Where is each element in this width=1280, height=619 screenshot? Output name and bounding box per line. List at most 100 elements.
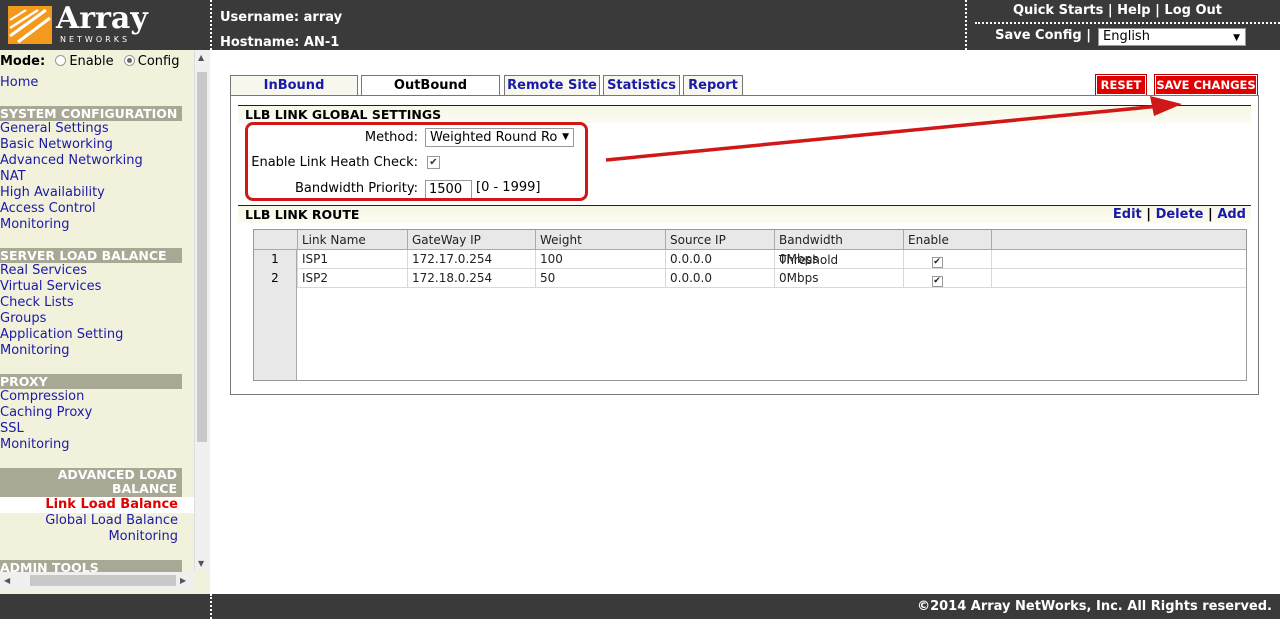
table-header: Link Name GateWay IP Weight Source IP Ba… (254, 230, 1246, 267)
column-header-filler (991, 230, 1246, 250)
edit-link[interactable]: Edit (1113, 207, 1142, 222)
logo-subtext: NETWORKS (60, 35, 131, 44)
header-divider-right (965, 0, 967, 50)
cell-source-ip: 0.0.0.0 (665, 250, 774, 269)
delete-link[interactable]: Delete (1156, 207, 1204, 222)
tab-statistics[interactable]: Statistics (603, 75, 680, 95)
sidebar-section-server-load-balance: SERVER LOAD BALANCE (0, 248, 182, 263)
sidebar-item-slb-monitoring[interactable]: Monitoring (0, 343, 70, 359)
column-header-source-ip[interactable]: Source IP (665, 230, 774, 250)
language-select[interactable]: English ▼ (1098, 28, 1246, 46)
tab-outbound-settings[interactable]: OutBound Settings (361, 75, 500, 112)
tab-remote-site[interactable]: Remote Site (504, 75, 600, 95)
sidebar-item-basic-networking[interactable]: Basic Networking (0, 137, 113, 153)
sidebar-item-general-settings[interactable]: General Settings (0, 121, 109, 137)
cell-gateway-ip: 172.17.0.254 (407, 250, 535, 269)
reset-button[interactable]: RESET (1095, 74, 1147, 96)
log-out-link[interactable]: Log Out (1164, 3, 1222, 18)
scroll-left-icon[interactable]: ◀ (4, 576, 10, 585)
enable-checkbox[interactable]: ✔ (931, 276, 943, 287)
sidebar-item-compression[interactable]: Compression (0, 389, 84, 405)
array-networks-logo: Array NETWORKS (8, 1, 198, 46)
sidebar-section-admin-tools: ADMIN TOOLS (0, 560, 182, 572)
table-row[interactable]: 1 ISP1 172.17.0.254 100 0.0.0.0 0Mbps ✔ (254, 250, 1246, 269)
sidebar-item-monitoring[interactable]: Monitoring (0, 217, 70, 233)
sidebar-scroll-thumb[interactable] (197, 72, 207, 442)
annotation-highlight-box (245, 122, 588, 201)
sidebar-item-real-services[interactable]: Real Services (0, 263, 87, 279)
sidebar-section-advanced-load-balance: ADVANCED LOAD BALANCE (0, 468, 182, 497)
sidebar-item-nat[interactable]: NAT (0, 169, 26, 185)
cell-enable: ✔ (903, 250, 991, 269)
table-row[interactable]: 2 ISP2 172.18.0.254 50 0.0.0.0 0Mbps ✔ (254, 269, 1246, 288)
logo-text: Array (56, 1, 148, 36)
language-value: English (1103, 29, 1150, 44)
copyright-text: ©2014 Array NetWorks, Inc. All Rights re… (917, 599, 1272, 614)
sidebar-item-high-availability[interactable]: High Availability (0, 185, 105, 201)
sidebar-section-proxy: PROXY (0, 374, 182, 389)
column-header-bandwidth-threshold[interactable]: Bandwidth Threshold (774, 230, 903, 267)
section-title-line1: ADVANCED LOAD (57, 467, 177, 482)
link-separator: | (1155, 3, 1160, 18)
link-separator: | (1208, 207, 1213, 222)
user-info: Username: array Hostname: AN-1 (220, 5, 342, 55)
footer-divider (210, 594, 212, 619)
cell-weight: 50 (535, 269, 665, 288)
top-header: Array NETWORKS Username: array Hostname:… (0, 0, 1280, 50)
sidebar-item-application-setting[interactable]: Application Setting (0, 327, 123, 343)
tab-report[interactable]: Report (683, 75, 743, 95)
cell-bandwidth: 0Mbps (774, 269, 903, 288)
mode-enable-radio[interactable] (55, 55, 67, 66)
mode-config-radio[interactable] (123, 55, 135, 66)
row-number: 1 (254, 250, 297, 269)
column-header-gateway-ip[interactable]: GateWay IP (407, 230, 535, 250)
footer: ©2014 Array NetWorks, Inc. All Rights re… (0, 594, 1280, 619)
cell-filler (991, 269, 1246, 288)
sidebar-section-system-configuration: SYSTEM CONFIGURATION (0, 106, 182, 121)
cell-link-name: ISP2 (297, 269, 407, 288)
cell-bandwidth: 0Mbps (774, 250, 903, 269)
cell-source-ip: 0.0.0.0 (665, 269, 774, 288)
sidebar-item-virtual-services[interactable]: Virtual Services (0, 279, 101, 295)
sidebar-item-caching-proxy[interactable]: Caching Proxy (0, 405, 92, 421)
sidebar-item-proxy-monitoring[interactable]: Monitoring (0, 437, 70, 453)
header-links: Quick Starts | Help | Log Out (1013, 3, 1222, 18)
scroll-up-icon[interactable]: ▲ (198, 53, 204, 62)
sidebar-item-alb-monitoring[interactable]: Monitoring (0, 529, 178, 545)
quick-starts-link[interactable]: Quick Starts (1013, 3, 1103, 18)
sidebar-item-access-control[interactable]: Access Control (0, 201, 96, 217)
sidebar-hscroll-thumb[interactable] (30, 575, 176, 586)
scroll-down-icon[interactable]: ▼ (198, 559, 204, 568)
scroll-right-icon[interactable]: ▶ (180, 576, 186, 585)
save-changes-button[interactable]: SAVE CHANGES (1154, 74, 1258, 96)
enable-checkbox[interactable]: ✔ (931, 257, 943, 268)
add-link[interactable]: Add (1217, 207, 1246, 222)
save-config-row: Save Config | (995, 28, 1091, 43)
link-separator: | (1146, 207, 1152, 222)
column-header-link-name[interactable]: Link Name (297, 230, 407, 250)
sidebar-item-advanced-networking[interactable]: Advanced Networking (0, 153, 143, 169)
cell-link-name: ISP1 (297, 250, 407, 269)
header-dotted-line (975, 22, 1280, 24)
sidebar-item-groups[interactable]: Groups (0, 311, 46, 327)
link-separator: | (1086, 28, 1091, 43)
mode-config-label: Config (137, 54, 180, 69)
save-config-link[interactable]: Save Config (995, 28, 1082, 43)
sidebar-item-home[interactable]: Home (0, 75, 38, 91)
sidebar-item-check-lists[interactable]: Check Lists (0, 295, 74, 311)
column-header-enable[interactable]: Enable (903, 230, 991, 250)
link-route-table: Link Name GateWay IP Weight Source IP Ba… (253, 229, 1247, 381)
column-header-weight[interactable]: Weight (535, 230, 665, 250)
link-separator: | (1107, 3, 1113, 18)
help-link[interactable]: Help (1117, 3, 1150, 18)
mode-selector: Mode: Enable Config (0, 54, 179, 69)
cell-filler (991, 250, 1246, 269)
section-llb-link-global-settings: LLB LINK GLOBAL SETTINGS (238, 105, 1251, 123)
sidebar-item-link-load-balance[interactable]: Link Load Balance (0, 497, 178, 513)
mode-label: Mode: (0, 54, 46, 69)
sidebar-item-global-load-balance[interactable]: Global Load Balance (0, 513, 178, 529)
tab-inbound-settings[interactable]: InBound Settings (230, 75, 358, 112)
username-label: Username: array (220, 10, 343, 25)
cell-enable: ✔ (903, 269, 991, 288)
sidebar-item-ssl[interactable]: SSL (0, 421, 24, 437)
